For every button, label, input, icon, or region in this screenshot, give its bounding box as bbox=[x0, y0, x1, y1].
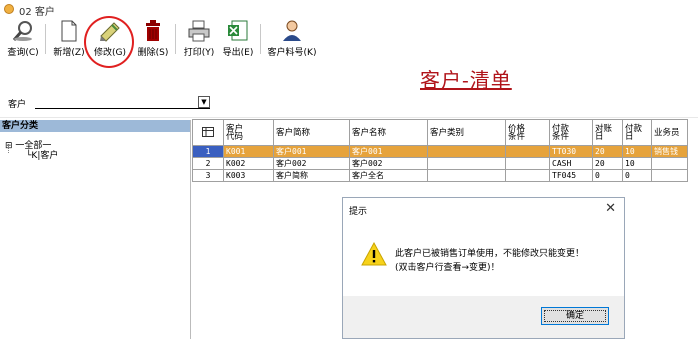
table-cell[interactable]: 客户全名 bbox=[349, 169, 428, 182]
table-cell[interactable] bbox=[505, 157, 550, 170]
table-cell[interactable]: 销售钱 bbox=[651, 145, 688, 158]
dropdown-arrow-icon[interactable]: ▼ bbox=[198, 96, 210, 108]
dialog-message-hint: (双击客户行查看→变更)！ bbox=[395, 263, 500, 273]
table-cell[interactable]: K003 bbox=[223, 169, 274, 182]
new-document-icon bbox=[51, 20, 87, 42]
dialog-body: 此客户已被销售订单使用，不能修改只能变更！ (双击客户行查看→变更)！ bbox=[343, 224, 624, 294]
table-cell[interactable] bbox=[651, 169, 688, 182]
grid-corner[interactable] bbox=[192, 119, 224, 146]
page-title: 客户-清单 bbox=[420, 68, 512, 92]
table-cell[interactable]: 客户简称 bbox=[273, 169, 350, 182]
toolbar-separator bbox=[260, 24, 261, 54]
table-cell[interactable] bbox=[427, 157, 506, 170]
printer-icon bbox=[180, 20, 218, 42]
column-header[interactable]: 付款 条件 bbox=[549, 119, 593, 146]
delete-button[interactable]: 删除(S) bbox=[135, 20, 171, 58]
table-cell[interactable]: K002 bbox=[223, 157, 274, 170]
column-header[interactable]: 客户 代码 bbox=[223, 119, 274, 146]
table-cell[interactable] bbox=[505, 169, 550, 182]
customer-grid: 客户 代码 客户简称 客户名称 客户类别 价格 条件 付款 条件 对账 日 付款… bbox=[192, 119, 688, 182]
column-header[interactable]: 业务员 bbox=[651, 119, 688, 146]
column-header[interactable]: 付款 日 bbox=[622, 119, 652, 146]
window-title: 02 客户 bbox=[19, 7, 55, 18]
toolbar-separator bbox=[175, 24, 176, 54]
column-header[interactable]: 客户名称 bbox=[349, 119, 428, 146]
magnifier-icon bbox=[6, 20, 40, 42]
table-cell[interactable]: 客户002 bbox=[273, 157, 350, 170]
table-cell[interactable]: 客户001 bbox=[273, 145, 350, 158]
table-cell[interactable]: 10 bbox=[622, 145, 652, 158]
divider bbox=[0, 117, 698, 118]
table-cell[interactable] bbox=[427, 145, 506, 158]
excel-icon bbox=[220, 20, 256, 42]
grid-select-all-icon bbox=[202, 126, 214, 137]
table-cell[interactable]: 20 bbox=[592, 157, 623, 170]
table-row[interactable]: 2 K002 客户002 客户002 CASH 20 10 bbox=[192, 157, 688, 170]
table-cell[interactable]: 0 bbox=[592, 169, 623, 182]
table-cell[interactable] bbox=[427, 169, 506, 182]
query-button[interactable]: 查询(C) bbox=[6, 20, 40, 58]
category-panel-header: 客户分类 bbox=[0, 120, 190, 132]
toolbar-separator bbox=[45, 24, 46, 54]
table-cell[interactable]: TT030 bbox=[549, 145, 593, 158]
row-index[interactable]: 1 bbox=[192, 145, 224, 158]
row-index[interactable]: 2 bbox=[192, 157, 224, 170]
customer-table: 客户 代码 客户简称 客户名称 客户类别 价格 条件 付款 条件 对账 日 付款… bbox=[192, 119, 688, 182]
warning-icon bbox=[361, 242, 387, 266]
trash-icon bbox=[135, 20, 171, 42]
export-button[interactable]: 导出(E) bbox=[220, 20, 256, 58]
table-cell[interactable]: 客户001 bbox=[349, 145, 428, 158]
toolbar: 查询(C) 新增(Z) 修改(G) 删除(S) 打印(Y) 导出(E) 客户料号… bbox=[0, 20, 330, 58]
dialog-message: 此客户已被销售订单使用，不能修改只能变更！ bbox=[395, 249, 585, 259]
customer-part-number-button[interactable]: 客户料号(K) bbox=[264, 20, 320, 58]
column-header[interactable]: 对账 日 bbox=[592, 119, 623, 146]
customer-category-panel: 客户分类 ⊟ 一全部一 └K|客户 bbox=[0, 120, 191, 339]
table-cell[interactable]: CASH bbox=[549, 157, 593, 170]
tree-node-customer[interactable]: └K|客户 bbox=[26, 148, 58, 161]
customer-filter-select[interactable]: ▼ bbox=[35, 96, 210, 109]
print-button[interactable]: 打印(Y) bbox=[180, 20, 218, 58]
app-icon bbox=[4, 4, 14, 14]
table-cell[interactable]: 客户002 bbox=[349, 157, 428, 170]
table-cell[interactable] bbox=[651, 157, 688, 170]
dialog-footer: 确定 bbox=[343, 296, 624, 338]
table-cell[interactable]: 0 bbox=[622, 169, 652, 182]
table-cell[interactable]: 20 bbox=[592, 145, 623, 158]
close-icon[interactable]: ✕ bbox=[605, 201, 616, 216]
table-cell[interactable]: TF045 bbox=[549, 169, 593, 182]
row-index[interactable]: 3 bbox=[192, 169, 224, 182]
column-header[interactable]: 客户类别 bbox=[427, 119, 506, 146]
table-cell[interactable]: 10 bbox=[622, 157, 652, 170]
table-row[interactable]: 1 K001 客户001 客户001 TT030 20 10 销售钱 bbox=[192, 145, 688, 158]
table-row[interactable]: 3 K003 客户简称 客户全名 TF045 0 0 bbox=[192, 169, 688, 182]
add-button[interactable]: 新增(Z) bbox=[51, 20, 87, 58]
table-cell[interactable] bbox=[505, 145, 550, 158]
table-cell[interactable]: K001 bbox=[223, 145, 274, 158]
prompt-dialog: 提示 ✕ 此客户已被销售订单使用，不能修改只能变更！ (双击客户行查看→变更)！… bbox=[342, 197, 625, 339]
customer-filter-label: 客户 bbox=[8, 100, 27, 110]
customer-person-icon bbox=[264, 20, 320, 42]
column-header[interactable]: 客户简称 bbox=[273, 119, 350, 146]
column-header[interactable]: 价格 条件 bbox=[505, 119, 550, 146]
dialog-title: 提示 bbox=[349, 207, 368, 217]
edit-button-annotation-circle bbox=[84, 16, 134, 68]
ok-button[interactable]: 确定 bbox=[541, 307, 609, 325]
